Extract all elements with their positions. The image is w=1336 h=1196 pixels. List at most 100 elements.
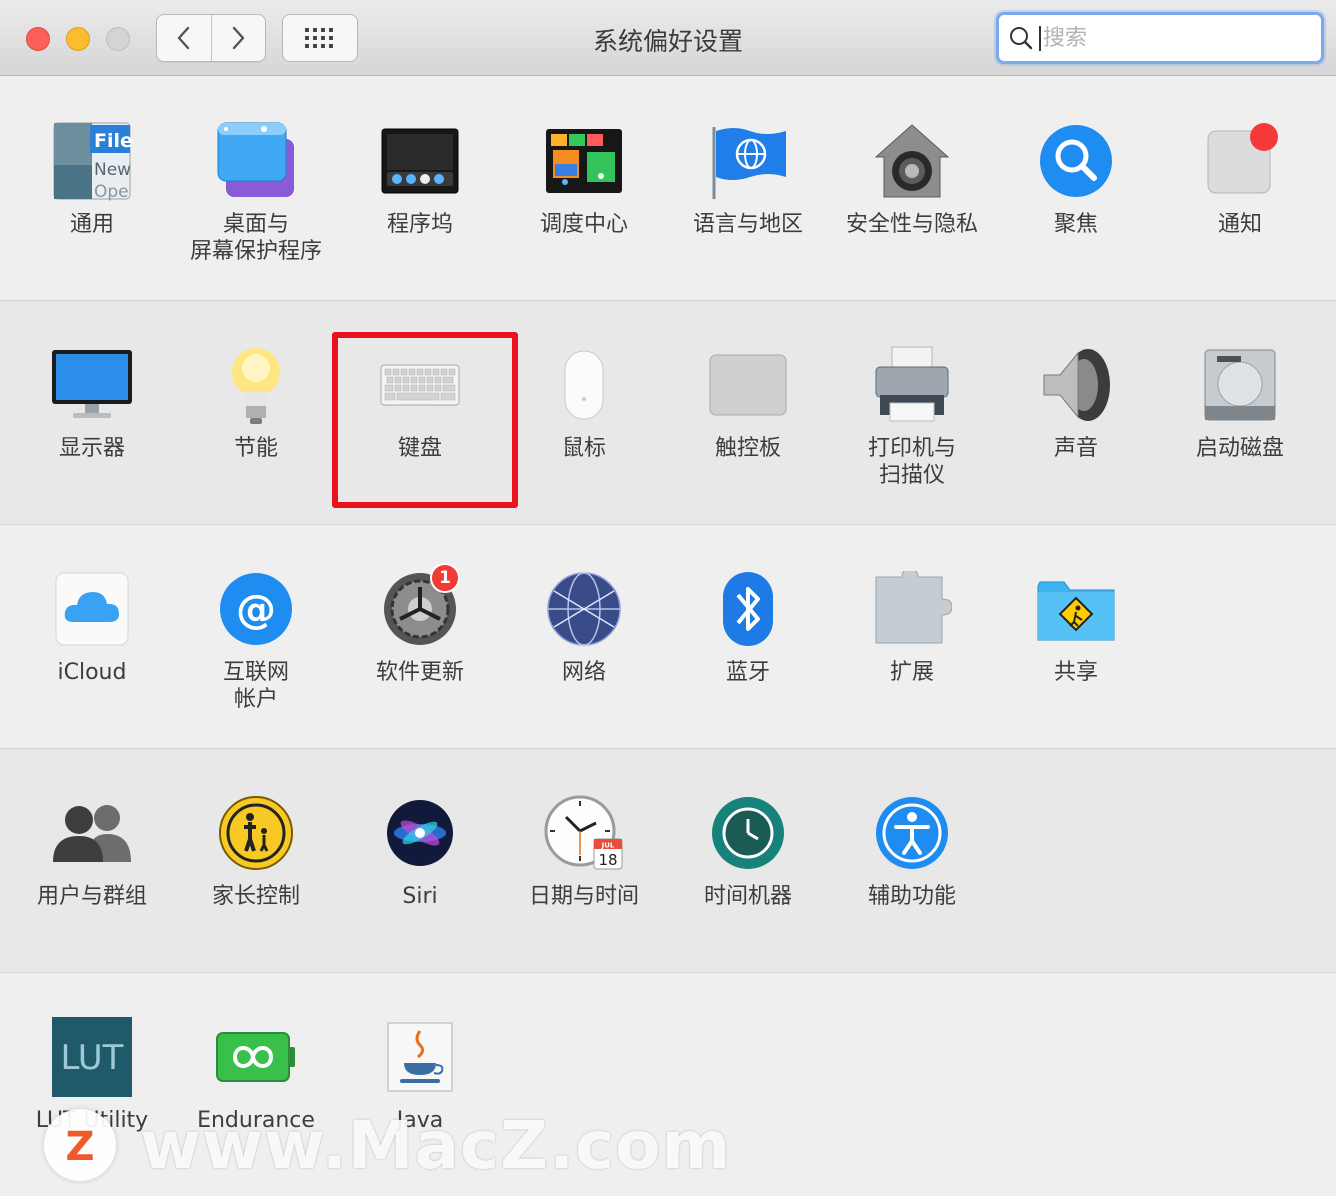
pane-bluetooth[interactable]: 蓝牙	[666, 567, 830, 686]
startup-disk-icon	[1198, 343, 1282, 427]
pane-security-privacy[interactable]: 安全性与隐私	[830, 119, 994, 238]
pane-label: 扩展	[889, 660, 934, 685]
users-groups-icon	[50, 791, 134, 875]
pane-label: 显示器	[58, 436, 125, 461]
forward-button[interactable]	[210, 15, 266, 61]
mouse-icon	[542, 343, 626, 427]
pane-label: Java	[396, 1108, 444, 1133]
sound-icon	[1034, 343, 1118, 427]
svg-text:Ope: Ope	[94, 182, 129, 201]
pane-dock[interactable]: 程序坞	[338, 119, 502, 238]
pane-desktop-screensaver[interactable]: 桌面与 屏幕保护程序	[174, 119, 338, 265]
pane-label: 蓝牙	[725, 660, 770, 685]
pane-trackpad[interactable]: 触控板	[666, 343, 830, 462]
pane-label: 程序坞	[386, 212, 453, 237]
desktop-screensaver-icon	[214, 119, 298, 203]
pane-mouse[interactable]: 鼠标	[502, 343, 666, 462]
pane-notifications[interactable]: 通知	[1158, 119, 1322, 238]
pane-date-time[interactable]: JUL 18 日期与时间	[502, 791, 666, 910]
pane-extensions[interactable]: 扩展	[830, 567, 994, 686]
pane-label: 启动磁盘	[1195, 436, 1284, 461]
internet-accounts-icon: @	[214, 567, 298, 651]
show-all-button[interactable]	[282, 14, 358, 62]
lut-utility-icon: LUT	[50, 1015, 134, 1099]
bluetooth-icon	[706, 567, 790, 651]
spotlight-icon	[1034, 119, 1118, 203]
update-count-badge: 1	[430, 563, 460, 593]
pane-printers-scanners[interactable]: 打印机与 扫描仪	[830, 343, 994, 489]
pane-internet-accounts[interactable]: @ 互联网 帐户	[174, 567, 338, 713]
pane-users-groups[interactable]: 用户与群组	[10, 791, 174, 910]
pane-label: 日期与时间	[528, 884, 639, 909]
mission-control-icon	[542, 119, 626, 203]
pane-label: 鼠标	[561, 436, 606, 461]
pane-label: 键盘	[397, 436, 442, 461]
parental-controls-icon	[214, 791, 298, 875]
navigation-buttons	[156, 14, 266, 62]
pane-accessibility[interactable]: 辅助功能	[830, 791, 994, 910]
pane-label: 用户与群组	[36, 884, 147, 909]
sharing-icon	[1034, 567, 1118, 651]
pane-keyboard[interactable]: 键盘	[338, 343, 502, 462]
pane-java[interactable]: Java	[338, 1015, 502, 1134]
pane-energy-saver[interactable]: 节能	[174, 343, 338, 462]
endurance-icon	[214, 1015, 298, 1099]
zoom-button[interactable]	[106, 27, 130, 51]
svg-text:@: @	[236, 587, 276, 633]
grid-icon	[305, 28, 333, 48]
search-field[interactable]	[996, 12, 1324, 64]
pane-label: 语言与地区	[692, 212, 803, 237]
pane-general[interactable]: File New Ope 通用	[10, 119, 174, 238]
java-icon	[378, 1015, 462, 1099]
pane-label: 通知	[1217, 212, 1262, 237]
back-button[interactable]	[157, 15, 211, 61]
search-icon	[1010, 27, 1033, 50]
dock-icon	[378, 119, 462, 203]
pane-language-region[interactable]: 语言与地区	[666, 119, 830, 238]
pane-label: 打印机与 扫描仪	[867, 436, 956, 488]
pane-label: 家长控制	[211, 884, 300, 909]
pane-label: 桌面与 屏幕保护程序	[189, 212, 322, 264]
time-machine-icon	[706, 791, 790, 875]
pane-label: 软件更新	[375, 660, 464, 685]
trackpad-icon	[706, 343, 790, 427]
extensions-icon	[870, 567, 954, 651]
search-input[interactable]	[1039, 25, 1299, 51]
software-update-icon: 1	[378, 563, 462, 651]
notifications-icon	[1198, 119, 1282, 203]
minimize-button[interactable]	[66, 27, 90, 51]
pane-software-update[interactable]: 1 软件更新	[338, 563, 502, 686]
chevron-right-icon	[233, 26, 245, 50]
pane-endurance[interactable]: Endurance	[174, 1015, 338, 1134]
pane-startup-disk[interactable]: 启动磁盘	[1158, 343, 1322, 462]
pane-network[interactable]: 网络	[502, 567, 666, 686]
displays-icon	[50, 343, 134, 427]
network-icon	[542, 567, 626, 651]
pane-parental-controls[interactable]: 家长控制	[174, 791, 338, 910]
close-button[interactable]	[26, 27, 50, 51]
pane-lut-utility[interactable]: LUT LUT Utility	[10, 1015, 174, 1134]
general-icon: File New Ope	[50, 119, 134, 203]
pane-label: Endurance	[197, 1108, 315, 1133]
pane-label: 声音	[1053, 436, 1098, 461]
language-region-icon	[706, 119, 790, 203]
pane-sharing[interactable]: 共享	[994, 567, 1158, 686]
svg-text:New: New	[94, 160, 131, 180]
preference-row-other: LUT LUT Utility Endurance Java	[0, 973, 1336, 1196]
title-bar: 系统偏好设置	[0, 0, 1336, 76]
pane-siri[interactable]: Siri	[338, 791, 502, 910]
preference-row-system: 用户与群组 家长控制 Siri JUL 18 日期与时间 时间机器 辅助功能	[0, 749, 1336, 973]
pane-time-machine[interactable]: 时间机器	[666, 791, 830, 910]
calendar-day-text: 18	[598, 851, 617, 869]
icloud-icon	[50, 567, 134, 651]
pane-mission-control[interactable]: 调度中心	[502, 119, 666, 238]
pane-sound[interactable]: 声音	[994, 343, 1158, 462]
pane-label: LUT Utility	[35, 1108, 149, 1133]
security-privacy-icon	[870, 119, 954, 203]
pane-icloud[interactable]: iCloud	[10, 567, 174, 686]
pane-spotlight[interactable]: 聚焦	[994, 119, 1158, 238]
accessibility-icon	[870, 791, 954, 875]
siri-icon	[378, 791, 462, 875]
preference-row-personal: File New Ope 通用 桌面与 屏幕保护程序 程序坞 调度中心 语言与地…	[0, 77, 1336, 301]
pane-displays[interactable]: 显示器	[10, 343, 174, 462]
